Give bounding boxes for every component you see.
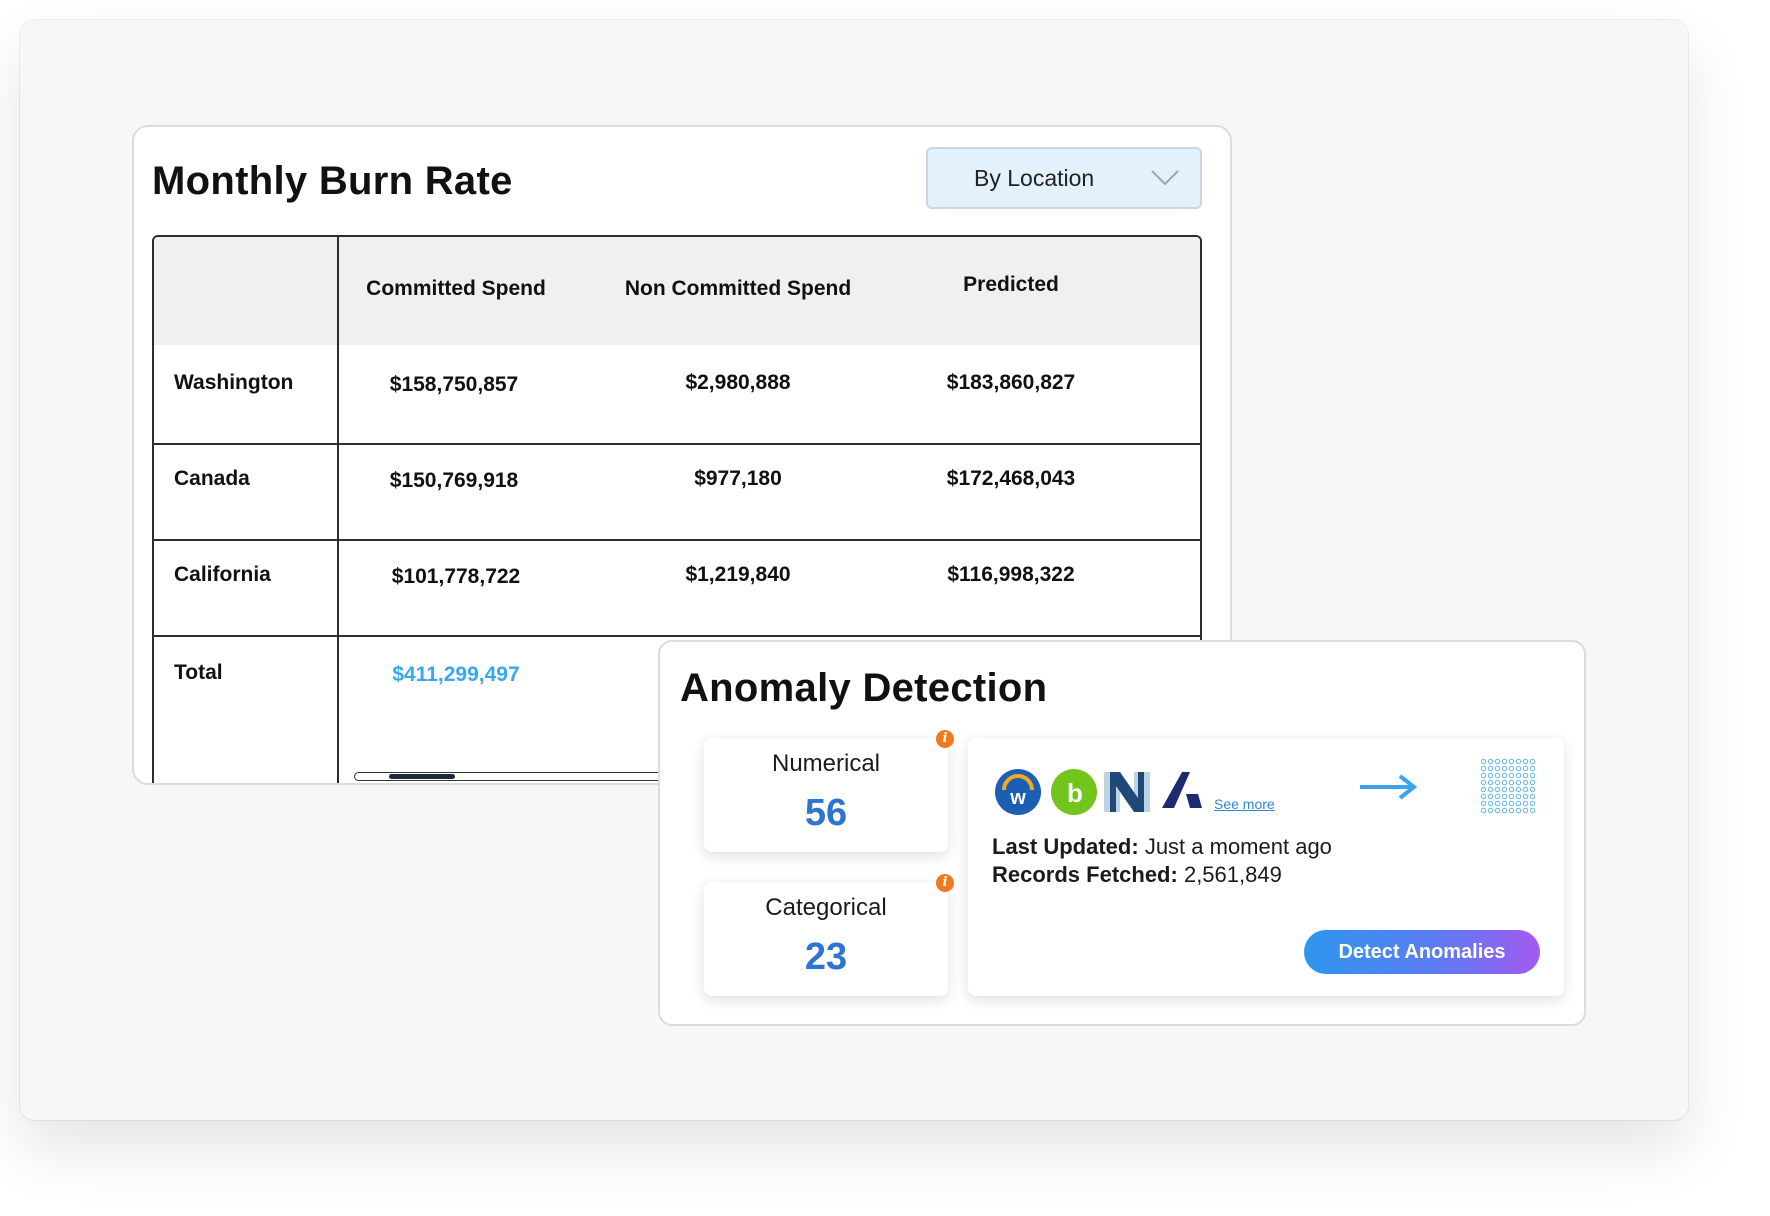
last-updated-line: Last Updated: Just a moment ago — [992, 834, 1332, 860]
row-divider — [154, 539, 1200, 541]
cell-committed: $158,750,857 — [389, 373, 519, 396]
netsuite-logo-icon[interactable] — [1104, 768, 1150, 816]
detect-anomalies-button[interactable]: Detect Anomalies — [1304, 930, 1540, 974]
location-dropdown[interactable]: By Location — [926, 147, 1202, 209]
a-logo-icon[interactable] — [1160, 768, 1204, 812]
cell-total-committed: $411,299,497 — [392, 663, 520, 686]
info-icon[interactable]: i — [936, 874, 954, 892]
categorical-stat-card: Categorical 23 i — [704, 874, 954, 996]
stat-label-categorical: Categorical — [765, 894, 887, 921]
svg-text:b: b — [1067, 778, 1083, 808]
records-fetched-label: Records Fetched: — [992, 862, 1178, 887]
last-updated-label: Last Updated: — [992, 834, 1139, 859]
scrollbar-thumb[interactable] — [389, 774, 455, 779]
anomaly-detection-card: Anomaly Detection Numerical 56 i Categor… — [658, 640, 1586, 1026]
last-updated-value: Just a moment ago — [1144, 834, 1332, 859]
dropdown-selected-label: By Location — [974, 164, 1095, 191]
row-label-total: Total — [174, 661, 223, 684]
cell-predicted: $183,860,827 — [946, 371, 1076, 394]
workday-logo-icon[interactable]: w — [994, 768, 1042, 816]
row-label-california: California — [174, 563, 271, 586]
anomaly-title: Anomaly Detection — [680, 666, 1048, 710]
col-header-non-committed: Non Committed Spend — [624, 277, 852, 300]
stat-value-numerical: 56 — [804, 792, 848, 834]
row-label-canada: Canada — [174, 467, 250, 490]
bamboohr-logo-icon[interactable]: b — [1050, 768, 1098, 816]
stat-label-numerical: Numerical — [771, 750, 881, 777]
records-fetched-value: 2,561,849 — [1183, 862, 1282, 887]
svg-text:w: w — [1009, 787, 1026, 809]
records-fetched-line: Records Fetched: 2,561,849 — [992, 862, 1282, 888]
arrow-right-icon — [1360, 774, 1418, 800]
cell-non-committed: $2,980,888 — [685, 371, 791, 394]
horizontal-scrollbar[interactable] — [354, 772, 694, 781]
cell-non-committed: $1,219,840 — [685, 563, 791, 586]
cell-predicted: $116,998,322 — [947, 563, 1075, 586]
see-more-link[interactable]: See more — [1214, 796, 1275, 812]
col-header-predicted: Predicted — [963, 273, 1059, 296]
row-label-washington: Washington — [174, 371, 294, 394]
chevron-down-icon — [1151, 170, 1179, 186]
data-grid-icon — [1480, 758, 1536, 814]
cell-non-committed: $977,180 — [694, 467, 782, 490]
data-source-panel: w b See more Last Updated: Just a moment… — [968, 738, 1564, 996]
cell-committed: $150,769,918 — [389, 469, 519, 492]
cell-predicted: $172,468,043 — [946, 467, 1076, 490]
col-header-committed: Committed Spend — [366, 277, 546, 300]
table-column-divider — [337, 237, 339, 783]
stat-value-categorical: 23 — [804, 936, 848, 978]
numerical-stat-card: Numerical 56 i — [704, 730, 954, 852]
row-divider — [154, 443, 1200, 445]
cell-committed: $101,778,722 — [391, 565, 521, 588]
info-icon[interactable]: i — [936, 730, 954, 748]
row-divider — [154, 635, 1200, 637]
burn-rate-title: Monthly Burn Rate — [152, 159, 513, 203]
